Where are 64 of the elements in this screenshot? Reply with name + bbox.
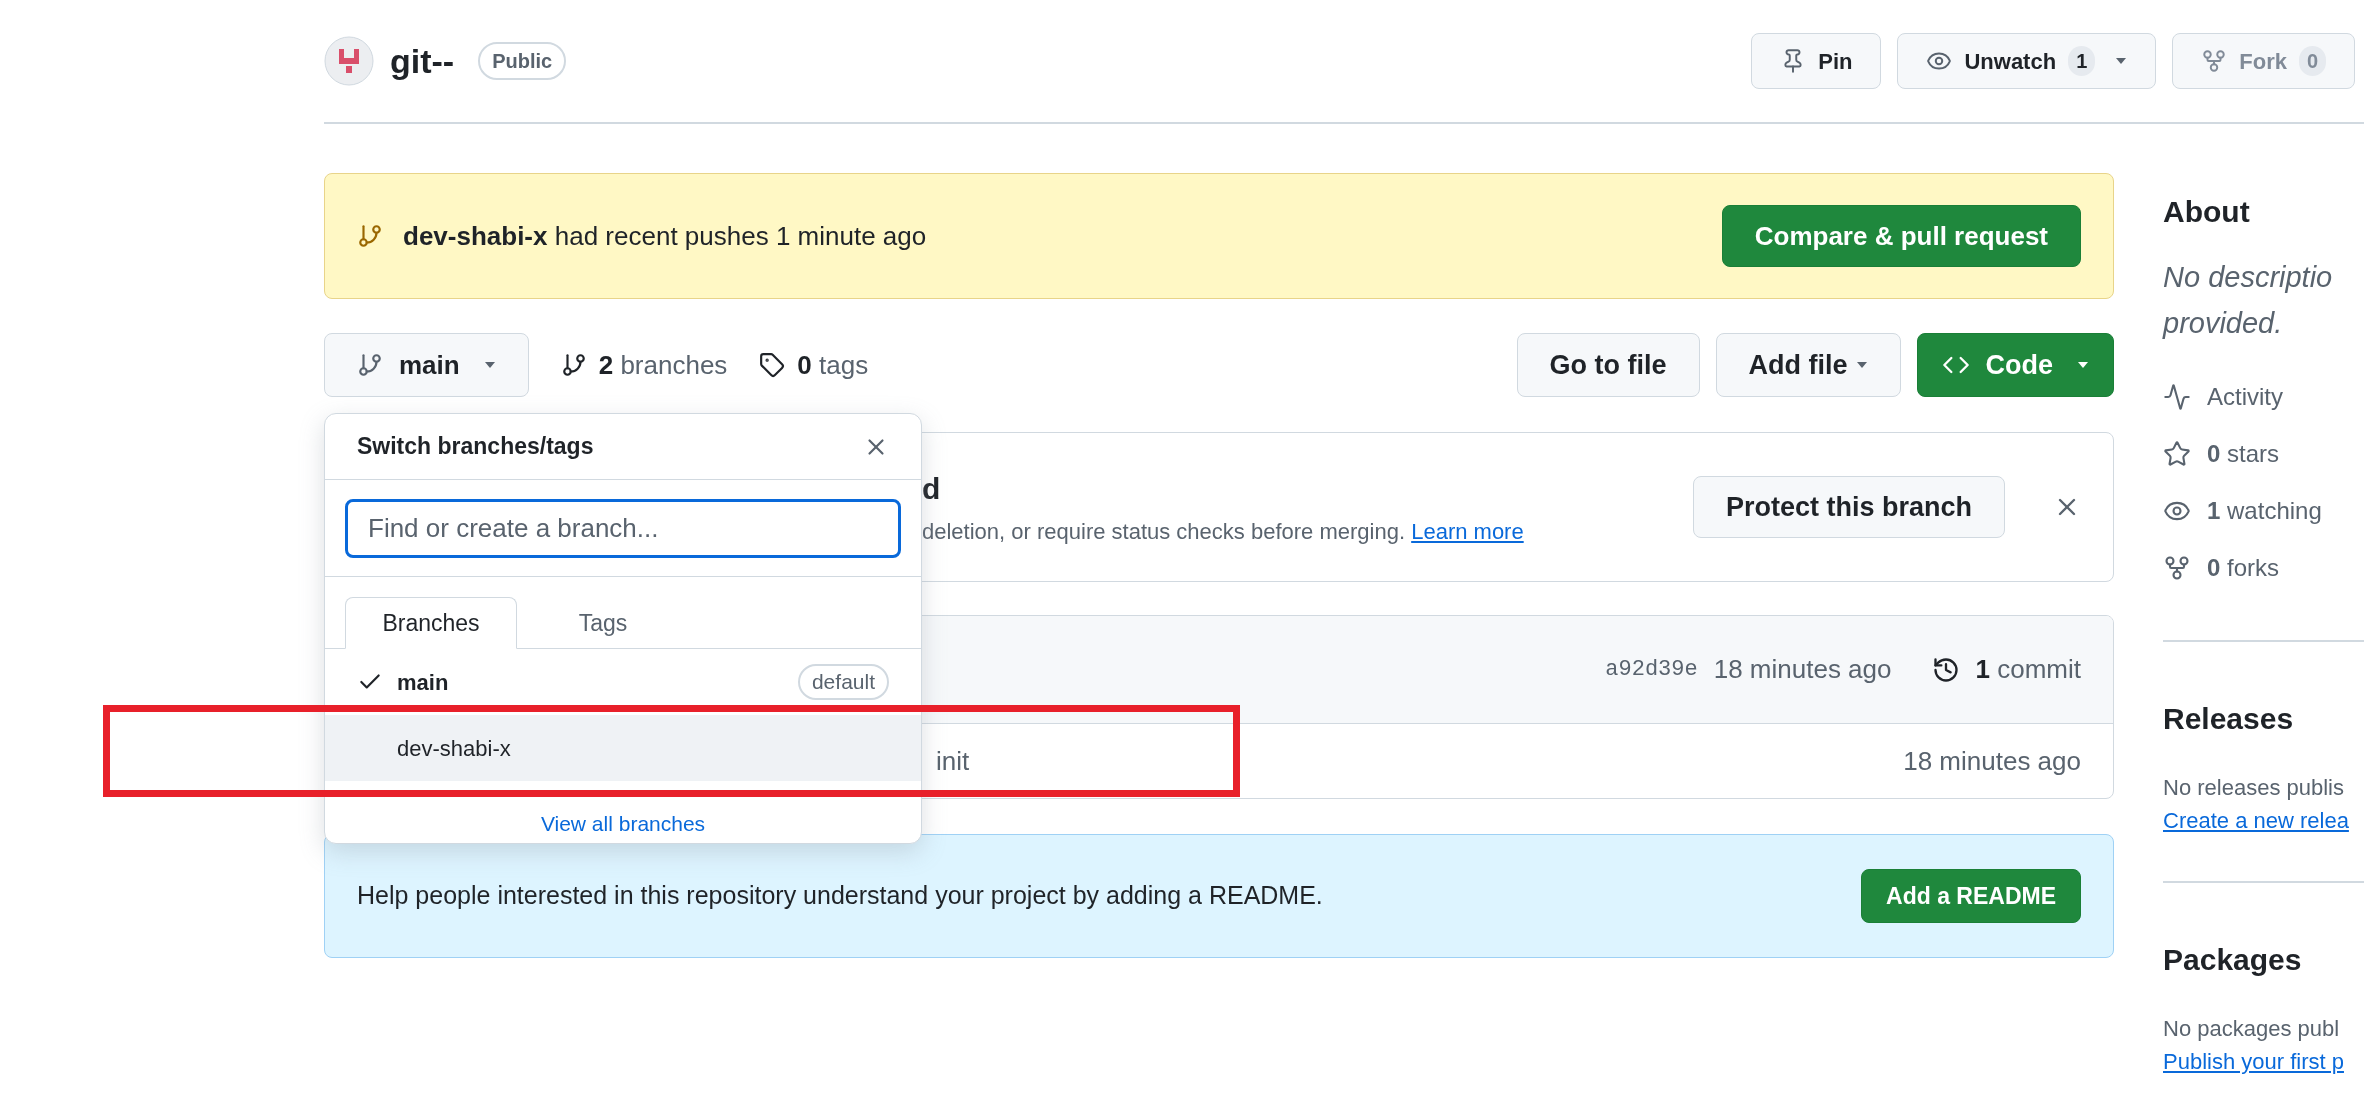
watch-button[interactable]: Unwatch 1 [1897,33,2157,89]
commit-time: 18 minutes ago [1713,653,1892,686]
default-label: default [797,664,889,700]
fork-icon [2201,48,2228,74]
branch-icon [357,223,383,249]
branch-search-field[interactable]: Find or create a branch... [345,498,901,558]
branch-name: dev-shabi-x [397,734,511,763]
pin-button[interactable]: Pin [1751,33,1882,89]
activity-icon [2163,382,2191,411]
count-badge: 1 [2068,46,2096,76]
view-all-branches-link[interactable]: View all branches [540,807,706,839]
branches-link[interactable]: 2 branches [598,345,728,385]
branch-item[interactable]: dev-shabi-x [325,715,921,781]
count-badge: 0 [2298,46,2327,76]
fork-button[interactable]: Fork 0 [2172,33,2356,89]
section-heading: Packages [2163,942,2303,978]
panel-description: deletion, or require status checks before merging. [922,519,1407,544]
toolbar-button[interactable]: Add file [1715,333,1901,397]
visibility-label: Public [478,42,567,80]
stat-link[interactable]: 1 watching [2207,492,2322,529]
stat-link[interactable]: Activity [2207,378,2283,415]
learn-more-link[interactable]: Learn more [1411,519,1524,544]
section-text: No packages publ [2163,1015,2341,1043]
button-label: main [399,348,460,382]
branch-icon [560,352,587,378]
branch-selector[interactable]: main [324,333,529,397]
dropdown-tab[interactable]: Tags [517,597,689,649]
repo-avatar-icon [324,36,374,86]
compare-pull-request-button[interactable]: Compare & pull request [1721,205,2081,267]
about-heading: About [2163,194,2251,230]
file-time: 18 minutes ago [1903,744,2081,778]
star-icon [2163,439,2191,468]
dropdown-title: Switch branches/tags [357,432,594,462]
button-label: Pin [1818,47,1853,76]
toolbar-button[interactable]: Go to file [1516,333,1700,397]
tag-icon [759,352,786,378]
branch-name: main [397,668,449,697]
section-link[interactable]: Create a new relea [2163,804,2364,837]
history-icon [1931,655,1960,684]
button-label: Fork [2239,47,2287,76]
stat-link[interactable]: 0 forks [2207,549,2280,586]
panel-title: d [922,471,942,507]
button-label: Unwatch [1964,47,2057,76]
push-message: dev-shabi-x had recent pushes 1 minute ago [403,219,927,253]
about-description: No descriptio provided. [2163,260,2334,341]
caret-icon [483,361,496,369]
section-text: No releases publis [2163,774,2345,802]
section-heading: Releases [2163,701,2295,737]
button-label: Go to file [1549,348,1667,382]
commit-count-link[interactable]: 1 commit [1975,650,2081,689]
branch-icon [357,352,383,378]
section-link[interactable]: Publish your first p [2163,1045,2364,1078]
tags-link[interactable]: 0 tags [797,345,869,385]
dropdown-tab[interactable]: Branches [345,597,517,649]
protect-branch-button[interactable]: Protect this branch [1692,476,2005,538]
commit-message[interactable]: init [936,741,970,781]
readme-message: Help people interested in this repository understand your project by adding a README. [357,880,1323,912]
code-button[interactable]: Code [1916,333,2114,397]
button-label: Code [1985,348,2053,382]
repo-name[interactable]: git-- [390,35,455,87]
commit-sha[interactable]: a92d39e [1605,653,1698,686]
stat-link[interactable]: 0 stars [2207,435,2280,472]
button-label: Add file [1748,348,1848,382]
add-readme-button[interactable]: Add a README [1861,869,2081,923]
